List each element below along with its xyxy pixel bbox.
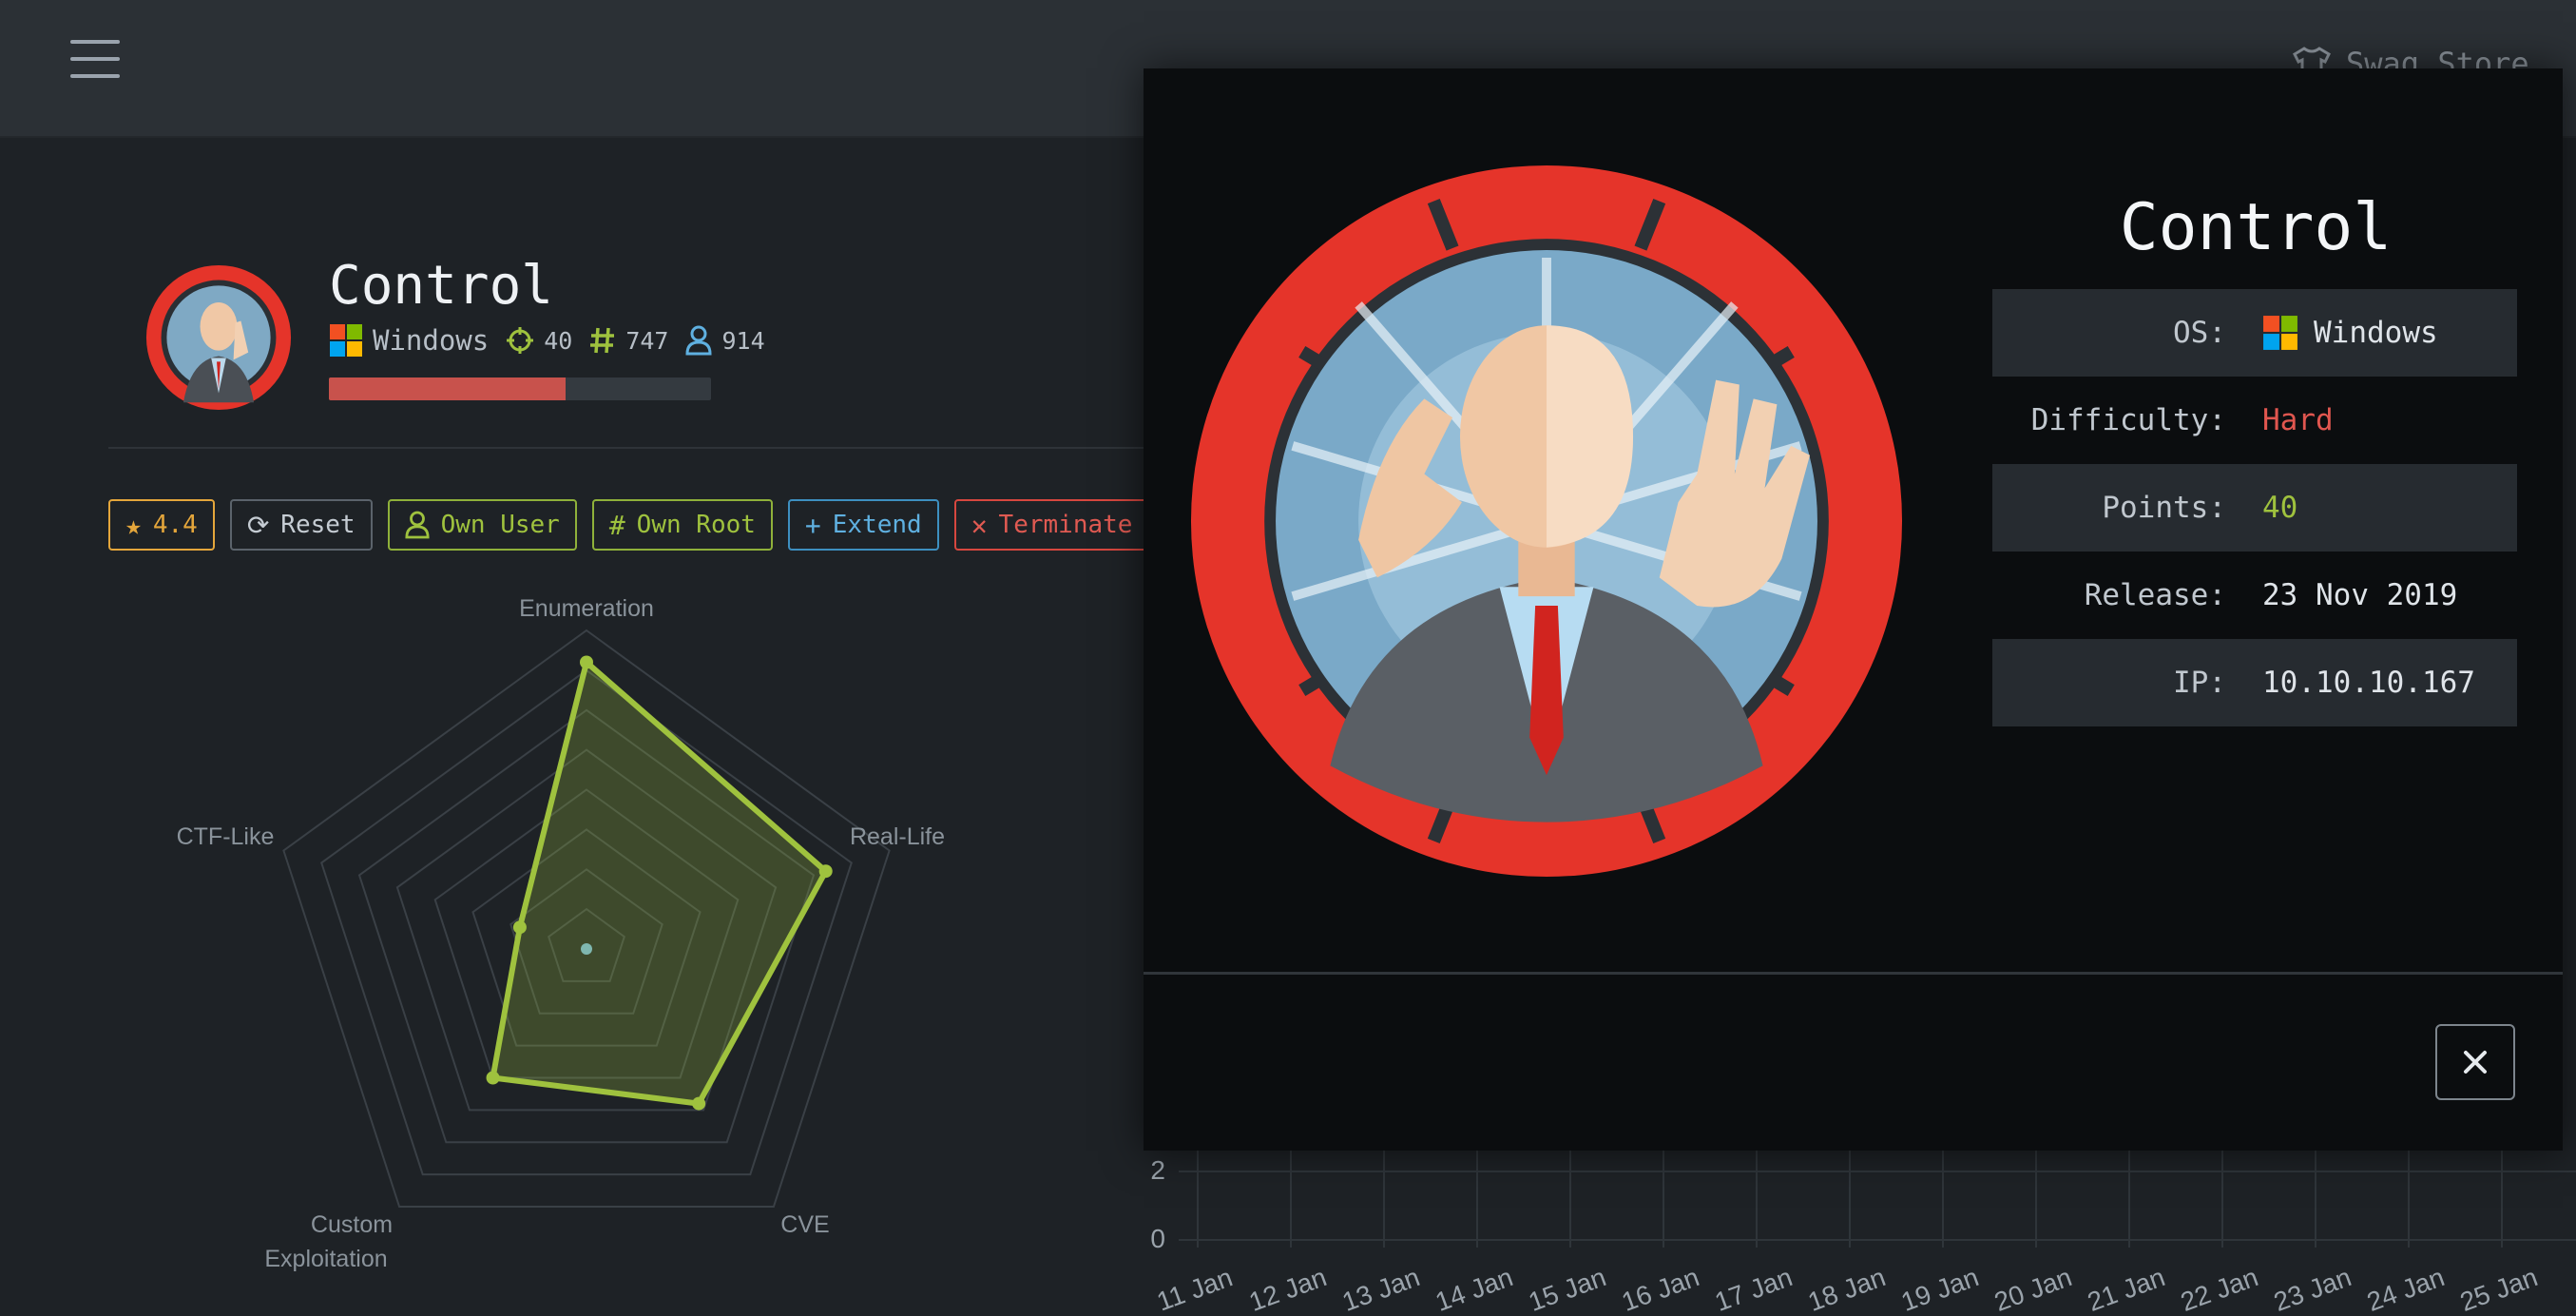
difficulty-progress-fill <box>329 377 567 400</box>
user-owns-value: 747 <box>625 326 669 355</box>
windows-icon <box>330 324 362 357</box>
axis-label-real-life: Real-Life <box>850 823 945 850</box>
skills-radar-chart: Enumeration Real-Life CVE Custom Exploit… <box>177 595 945 1272</box>
x-tick-label: 14 Jan <box>1432 1262 1517 1316</box>
radar-point <box>818 864 833 879</box>
ip-label: IP: <box>2173 666 2226 700</box>
rating-button[interactable]: ★ 4.4 <box>108 499 215 551</box>
modal-close-button[interactable] <box>2435 1024 2515 1100</box>
info-row-os: OS: Windows <box>1992 289 2517 377</box>
radar-point <box>692 1096 706 1111</box>
x-tick-label: 20 Jan <box>1990 1262 2076 1316</box>
modal-footer-divider <box>1144 972 2563 975</box>
os-info: Windows <box>329 323 489 358</box>
modal-title: Control <box>2119 190 2393 265</box>
x-tick-label: 18 Jan <box>1804 1262 1890 1316</box>
info-row-ip: IP: 10.10.10.167 <box>1992 639 2517 726</box>
own-user-label: Own User <box>440 511 560 539</box>
user-icon <box>405 511 430 539</box>
os-label: OS: <box>2173 316 2226 350</box>
x-tick-label: 12 Jan <box>1245 1262 1331 1316</box>
release-label: Release: <box>2084 578 2226 612</box>
hash-icon <box>590 327 615 354</box>
hamburger-icon[interactable] <box>70 40 120 78</box>
release-value: 23 Nov 2019 <box>2262 578 2458 612</box>
root-owns-info: 914 <box>685 325 765 356</box>
action-buttons: ★ 4.4 ⟳ Reset Own User # Own Root + Exte… <box>108 499 1150 551</box>
info-row-release: Release: 23 Nov 2019 <box>1992 552 2517 639</box>
extend-button[interactable]: + Extend <box>787 499 939 551</box>
os-value-container: Windows <box>2262 315 2438 351</box>
radar-point <box>512 920 527 935</box>
plus-icon: + <box>804 509 821 541</box>
points-label: Points: <box>2102 491 2226 525</box>
x-tick-label: 24 Jan <box>2363 1262 2449 1316</box>
radar-data-area <box>490 659 829 1107</box>
os-name: Windows <box>373 324 490 357</box>
extend-label: Extend <box>832 511 922 539</box>
machine-name: Control <box>329 255 554 317</box>
axis-label-enumeration: Enumeration <box>519 595 654 622</box>
terminate-label: Terminate <box>998 511 1133 539</box>
own-user-button[interactable]: Own User <box>387 499 577 551</box>
difficulty-label: Difficulty: <box>2030 403 2226 437</box>
refresh-icon: ⟳ <box>246 509 270 541</box>
hash-icon: # <box>608 509 625 541</box>
points-value: 40 <box>544 326 573 355</box>
own-root-button[interactable]: # Own Root <box>591 499 773 551</box>
radar-center-point <box>581 943 592 955</box>
machine-avatar-large <box>1190 164 1903 878</box>
reset-label: Reset <box>280 511 356 539</box>
machine-info-modal: Control OS: Windows Difficulty: Hard Poi… <box>1144 68 2563 1151</box>
activity-chart: 2 0 11 Jan 12 Jan 13 Jan 14 Jan 15 Jan 16 Jan… <box>1150 1141 2576 1316</box>
x-tick-label: 17 Jan <box>1711 1262 1797 1316</box>
root-owns-value: 914 <box>721 326 765 355</box>
difficulty-progress-bar <box>329 377 711 400</box>
info-row-difficulty: Difficulty: Hard <box>1992 377 2517 464</box>
x-tick-label: 19 Jan <box>1897 1262 1983 1316</box>
close-icon: ✕ <box>971 509 988 541</box>
section-divider <box>108 447 1154 449</box>
y-tick-2: 2 <box>1150 1155 1165 1185</box>
axis-label-custom-line1: Custom <box>311 1211 393 1238</box>
radar-point <box>580 655 593 669</box>
y-tick-0: 0 <box>1150 1224 1165 1253</box>
rating-value: 4.4 <box>152 511 198 539</box>
points-info: 40 <box>506 326 572 355</box>
machine-avatar <box>145 264 292 411</box>
x-tick-label: 16 Jan <box>1618 1262 1703 1316</box>
info-row-points: Points: 40 <box>1992 464 2517 552</box>
x-tick-label: 25 Jan <box>2456 1262 2542 1316</box>
axis-label-cve: CVE <box>780 1211 829 1238</box>
x-tick-label: 22 Jan <box>2177 1262 2262 1316</box>
crosshair-icon <box>507 327 534 354</box>
axis-label-ctf-like: CTF-Like <box>177 823 275 850</box>
x-tick-label: 15 Jan <box>1525 1262 1610 1316</box>
ip-value: 10.10.10.167 <box>2262 666 2475 700</box>
user-owns-info: 747 <box>589 326 668 355</box>
x-tick-label: 23 Jan <box>2270 1262 2355 1316</box>
radar-point <box>486 1071 500 1085</box>
reset-button[interactable]: ⟳ Reset <box>229 499 373 551</box>
user-icon <box>685 325 712 356</box>
own-root-label: Own Root <box>636 511 756 539</box>
x-tick-label: 21 Jan <box>2084 1262 2169 1316</box>
star-icon: ★ <box>125 509 142 541</box>
machine-meta: Windows 40 747 914 <box>329 323 782 358</box>
os-value: Windows <box>2314 316 2438 350</box>
x-tick-label: 11 Jan <box>1153 1262 1237 1316</box>
close-icon <box>2464 1051 2487 1074</box>
x-tick-label: 13 Jan <box>1338 1262 1424 1316</box>
axis-label-custom-line2: Exploitation <box>264 1246 387 1272</box>
windows-icon <box>2263 316 2297 350</box>
machine-info-table: OS: Windows Difficulty: Hard Points: 40 … <box>1992 289 2517 726</box>
points-value: 40 <box>2262 491 2298 525</box>
modal-body: Control OS: Windows Difficulty: Hard Poi… <box>1144 68 2563 972</box>
difficulty-value: Hard <box>2262 403 2334 437</box>
terminate-button[interactable]: ✕ Terminate <box>953 499 1150 551</box>
